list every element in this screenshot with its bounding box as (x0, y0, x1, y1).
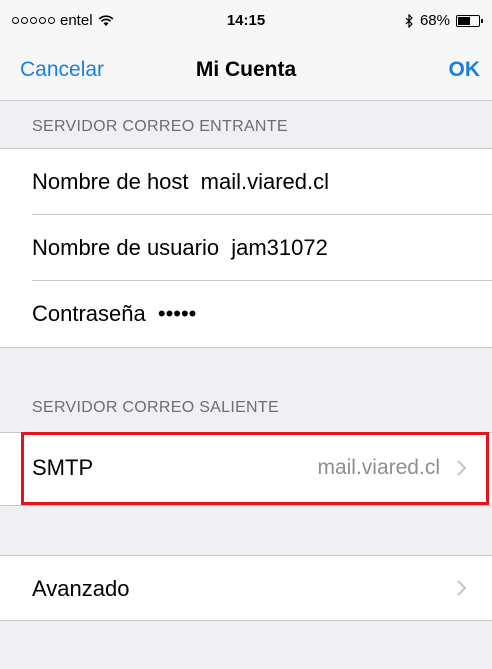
password-field[interactable]: Contraseña ••••• (32, 301, 196, 327)
status-bar: entel 14:15 68% (0, 0, 492, 40)
battery-fill (458, 16, 470, 25)
advanced-row[interactable]: Avanzado (0, 556, 492, 620)
status-right: 68% (405, 12, 483, 29)
ok-button[interactable]: OK (449, 58, 481, 82)
host-value[interactable]: mail.viared.cl (201, 169, 329, 194)
host-row[interactable]: Nombre de host mail.viared.cl (0, 149, 492, 215)
page-title: Mi Cuenta (195, 58, 297, 81)
username-row[interactable]: Nombre de usuario jam31072 (0, 215, 492, 281)
advanced-label: Avanzado (32, 576, 130, 601)
incoming-server-header: SERVIDOR CORREO ENTRANTE (32, 118, 288, 135)
username-label: Nombre de usuario (32, 235, 220, 260)
password-label: Contraseña (32, 301, 146, 326)
password-row[interactable]: Contraseña ••••• (0, 281, 492, 347)
outgoing-server-header: SERVIDOR CORREO SALIENTE (32, 399, 279, 416)
incoming-server-group: Nombre de host mail.viared.cl Nombre de … (0, 148, 492, 348)
battery-percent: 68% (419, 12, 450, 29)
username-field[interactable]: Nombre de usuario jam31072 (32, 235, 328, 261)
host-label: Nombre de host (32, 169, 189, 194)
advanced-group: Avanzado (0, 555, 492, 621)
bluetooth-icon (405, 13, 413, 28)
username-value[interactable]: jam31072 (231, 235, 328, 260)
password-value[interactable]: ••••• (158, 301, 197, 326)
host-field[interactable]: Nombre de host mail.viared.cl (32, 169, 329, 195)
chevron-right-icon (457, 580, 467, 596)
navigation-bar: Cancelar Mi Cuenta OK (0, 40, 492, 101)
battery-icon (456, 14, 483, 27)
smtp-highlight-annotation (21, 432, 489, 505)
